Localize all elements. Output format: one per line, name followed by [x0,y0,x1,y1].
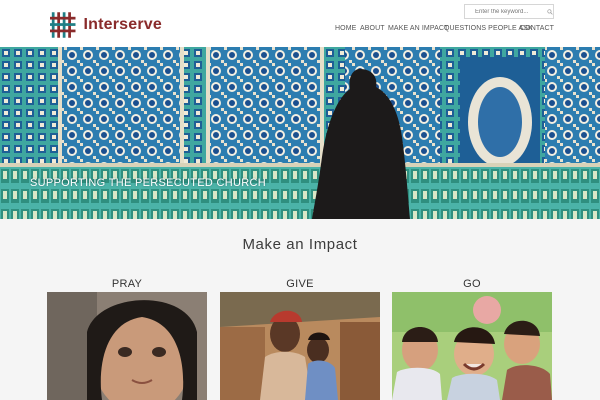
pray-photo[interactable] [47,292,207,400]
brand-name: Interserve [83,16,162,33]
search-icon[interactable] [547,7,553,17]
search-input[interactable] [465,6,545,17]
nav-item-make-an-impact[interactable]: MAKE AN IMPACT [388,25,448,32]
nav-item-home[interactable]: HOME [335,25,356,32]
card-give[interactable]: GIVE [220,276,380,400]
hero-caption: SUPPORTING THE PERSECUTED CHURCH [30,177,266,189]
nav-item-about[interactable]: ABOUT [360,25,385,32]
card-go[interactable]: GO [392,276,552,400]
card-title-give[interactable]: GIVE [220,276,380,292]
main-nav: HOME ABOUT MAKE AN IMPACT QUESTIONS PEOP… [320,25,554,35]
hero-banner: SUPPORTING THE PERSECUTED CHURCH [0,47,600,219]
card-pray[interactable]: PRAY [47,276,207,400]
site-header: Interserve HOME ABOUT MAKE AN IMPACT QUE… [0,0,600,47]
interserve-logo-icon [50,12,76,38]
card-title-go[interactable]: GO [392,276,552,292]
hero-image [0,47,600,219]
search-box [464,4,554,19]
card-title-pray[interactable]: PRAY [47,276,207,292]
give-photo[interactable] [220,292,380,400]
go-photo[interactable] [392,292,552,400]
logo-link[interactable]: Interserve [50,11,162,39]
nav-item-contact[interactable]: CONTACT [520,25,554,32]
section-title: Make an Impact [242,236,358,253]
